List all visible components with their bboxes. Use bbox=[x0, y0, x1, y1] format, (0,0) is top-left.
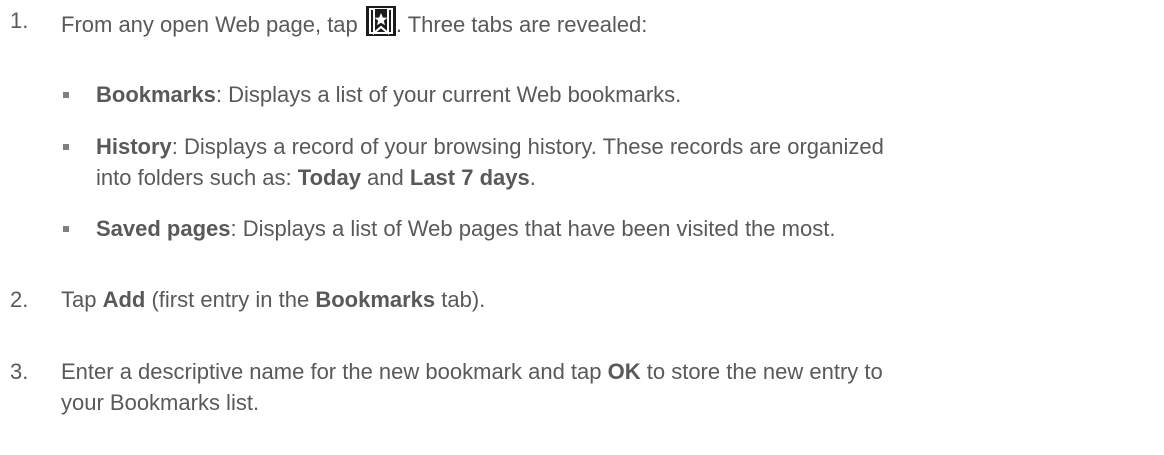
step-2-part: Tap bbox=[61, 287, 103, 312]
folder-last-7-days: Last 7 days bbox=[409, 165, 530, 190]
bullet-marker bbox=[63, 92, 69, 98]
bookmarks-keyword: Bookmarks bbox=[315, 287, 436, 312]
step-3-part: Enter a descriptive name for the new boo… bbox=[61, 359, 608, 384]
instructions-document: 1. From any open Web page, tap . Three t… bbox=[0, 0, 1164, 455]
step-3-text-line2: your Bookmarks list. bbox=[61, 390, 260, 415]
step-1-number: 1. bbox=[10, 8, 29, 33]
step-3-number: 3. bbox=[10, 359, 29, 384]
tab-saved-pages-item: Saved pages: Displays a list of Web page… bbox=[96, 214, 835, 244]
ok-keyword: OK bbox=[607, 359, 641, 384]
step-1-text-after: . Three tabs are revealed: bbox=[395, 12, 648, 37]
bullet-marker bbox=[63, 226, 69, 232]
folder-joiner: and bbox=[360, 165, 410, 190]
tab-history-description-line2: into folders such as: bbox=[96, 165, 298, 190]
step-3-part: to store the new entry to bbox=[640, 359, 883, 384]
tab-bookmarks-name: Bookmarks bbox=[96, 82, 216, 107]
step-1-text: From any open Web page, tap . Three tabs… bbox=[61, 6, 647, 40]
step-2-part: tab). bbox=[435, 287, 486, 312]
tab-history-end: . bbox=[529, 165, 536, 190]
step-3-text-line1: Enter a descriptive name for the new boo… bbox=[61, 357, 883, 387]
tab-bookmarks-description: : Displays a list of your current Web bo… bbox=[215, 82, 682, 107]
tab-bookmarks-item: Bookmarks: Displays a list of your curre… bbox=[96, 80, 681, 110]
bullet-marker bbox=[63, 144, 69, 150]
step-2-text: Tap Add (first entry in the Bookmarks ta… bbox=[61, 285, 485, 315]
step-1-text-before: From any open Web page, tap bbox=[61, 12, 364, 37]
bookmark-star-icon bbox=[365, 6, 396, 36]
tab-history-name: History bbox=[96, 134, 172, 159]
folder-today: Today bbox=[297, 165, 361, 190]
tab-saved-pages-name: Saved pages bbox=[96, 216, 231, 241]
step-2-number: 2. bbox=[10, 287, 29, 312]
tab-history-description-line1: : Displays a record of your browsing his… bbox=[171, 134, 884, 159]
tab-saved-pages-description: : Displays a list of Web pages that have… bbox=[230, 216, 836, 241]
tab-history-item-line1: History: Displays a record of your brows… bbox=[96, 132, 884, 162]
add-keyword: Add bbox=[102, 287, 146, 312]
tab-history-item-line2: into folders such as: Today and Last 7 d… bbox=[96, 163, 536, 193]
step-2-part: (first entry in the bbox=[145, 287, 316, 312]
